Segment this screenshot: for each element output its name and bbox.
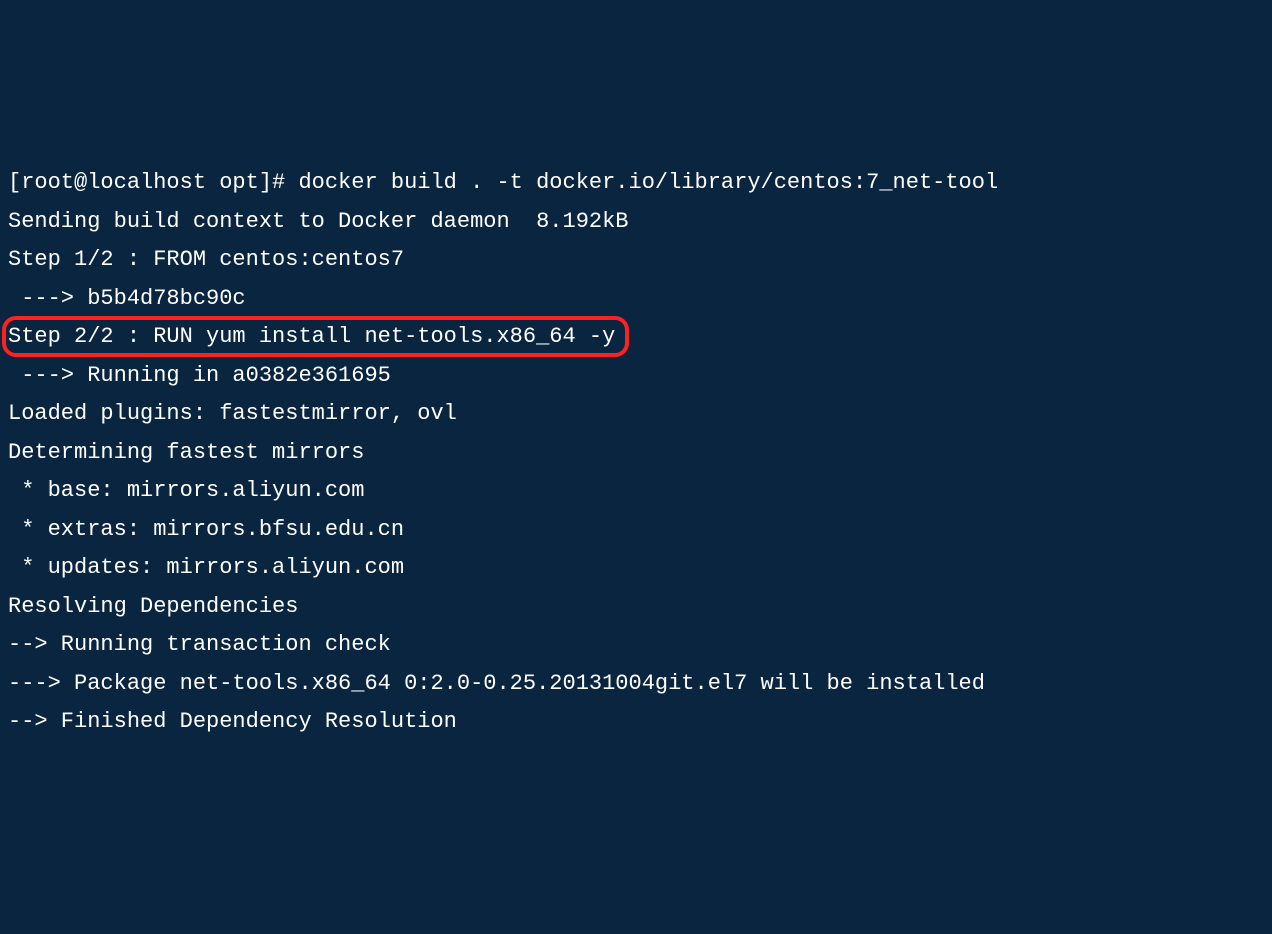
terminal-line-step2-highlighted: Step 2/2 : RUN yum install net-tools.x86… [8, 318, 1264, 357]
terminal-line-output: --> Running transaction check [8, 626, 1264, 665]
terminal-line-output: ---> b5b4d78bc90c [8, 280, 1264, 319]
terminal-line-mirror-updates: * updates: mirrors.aliyun.com [8, 549, 1264, 588]
terminal-line-output: Determining fastest mirrors [8, 434, 1264, 473]
highlight-box: Step 2/2 : RUN yum install net-tools.x86… [2, 316, 629, 357]
terminal-line-mirror-base: * base: mirrors.aliyun.com [8, 472, 1264, 511]
terminal-line-output: Sending build context to Docker daemon 8… [8, 203, 1264, 242]
terminal-line-output: Loaded plugins: fastestmirror, ovl [8, 395, 1264, 434]
terminal-line-step1: Step 1/2 : FROM centos:centos7 [8, 241, 1264, 280]
terminal-line-mirror-extras: * extras: mirrors.bfsu.edu.cn [8, 511, 1264, 550]
terminal-line-output: ---> Running in a0382e361695 [8, 357, 1264, 396]
terminal-line-output: Resolving Dependencies [8, 588, 1264, 627]
terminal-line-prompt: [root@localhost opt]# docker build . -t … [8, 164, 1264, 203]
terminal-line-package: ---> Package net-tools.x86_64 0:2.0-0.25… [8, 665, 1264, 704]
terminal-line-output: --> Finished Dependency Resolution [8, 703, 1264, 742]
